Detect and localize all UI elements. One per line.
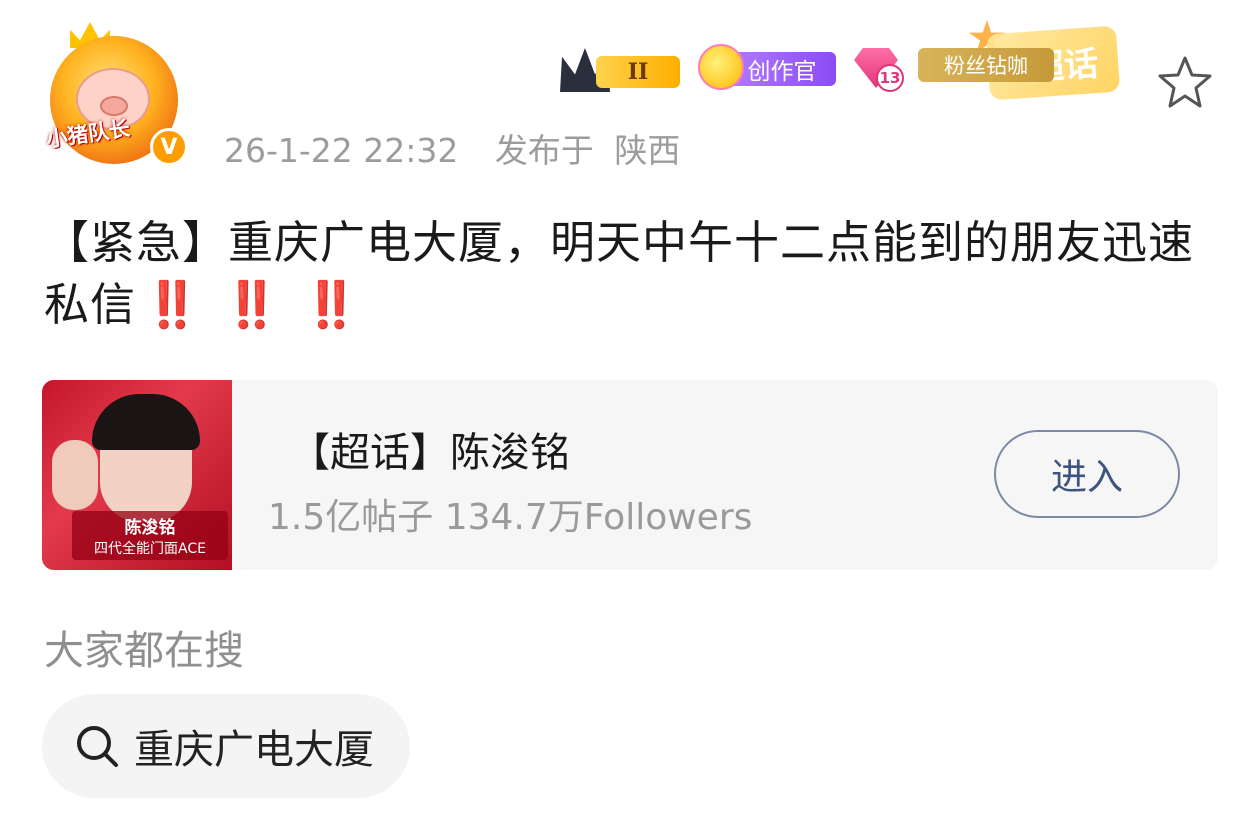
post-location: 陕西 xyxy=(614,131,681,170)
thumbnail-name: 陈浚铭 xyxy=(124,518,176,538)
creator-badge[interactable]: 创作官 xyxy=(698,44,838,90)
fan-badge[interactable]: 超话 粉丝钻咖 xyxy=(918,20,1136,104)
supertopic-thumbnail: 陈浚铭 四代全能门面ACE xyxy=(42,380,232,570)
thumbnail-caption: 陈浚铭 四代全能门面ACE xyxy=(72,511,228,560)
double-exclamation-icons: ‼️ ‼️ ‼️ xyxy=(144,278,364,331)
creator-badge-label: 创作官 xyxy=(728,52,836,86)
user-avatar[interactable]: 小猪队长 V xyxy=(45,22,188,172)
star-outline-icon xyxy=(1158,56,1212,108)
gem-level-badge[interactable]: 13 xyxy=(854,48,906,94)
creator-mascot-icon xyxy=(698,44,744,90)
post-timestamp: 26-1-22 22:32 xyxy=(224,131,459,170)
enter-button[interactable]: 进入 xyxy=(994,430,1180,518)
published-prefix: 发布于 xyxy=(494,131,594,170)
trending-search-heading: 大家都在搜 xyxy=(44,628,244,674)
supertopic-title: 【超话】陈浚铭 xyxy=(290,430,570,476)
post-body: 【紧急】重庆广电大厦，明天中午十二点能到的朋友迅速私信 ‼️ ‼️ ‼️ xyxy=(44,212,1224,336)
search-suggestion-label: 重庆广电大厦 xyxy=(134,727,374,773)
fan-badge-label: 粉丝钻咖 xyxy=(918,48,1054,82)
hand-illustration xyxy=(52,440,98,510)
search-suggestion-chip[interactable]: 重庆广电大厦 xyxy=(42,694,410,798)
post-meta: 26-1-22 22:32 发布于 陕西 xyxy=(224,124,680,172)
supertopic-stats: 1.5亿帖子 134.7万Followers xyxy=(268,497,753,538)
gem-level-number: 13 xyxy=(876,64,904,92)
thumbnail-subtitle: 四代全能门面ACE xyxy=(94,541,206,557)
supertopic-card[interactable]: 陈浚铭 四代全能门面ACE 【超话】陈浚铭 1.5亿帖子 134.7万Follo… xyxy=(42,380,1218,570)
hair-illustration xyxy=(92,394,200,450)
search-icon xyxy=(77,726,118,767)
favorite-star-button[interactable] xyxy=(1156,54,1214,110)
level-badge-label: II xyxy=(596,56,680,88)
level-badge[interactable]: II xyxy=(560,48,684,92)
verified-icon: V xyxy=(150,128,188,166)
